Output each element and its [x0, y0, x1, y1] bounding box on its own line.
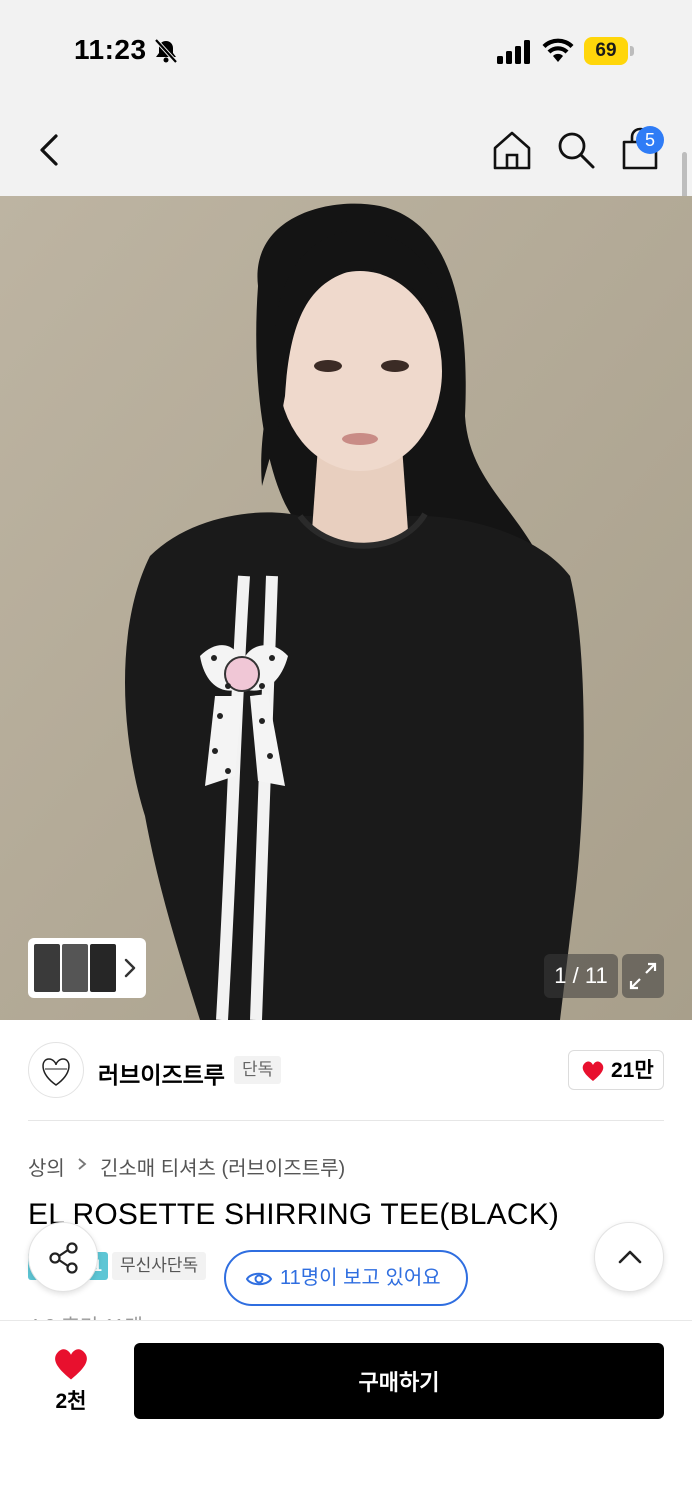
signal-icon: [497, 40, 530, 64]
product-image[interactable]: 1 / 11: [0, 196, 692, 1020]
brand-logo[interactable]: [28, 1042, 84, 1098]
expand-icon: [629, 962, 657, 990]
thumbnail[interactable]: [34, 944, 60, 992]
product-photo: [0, 196, 692, 1020]
expand-button[interactable]: [622, 954, 664, 998]
battery-level: 69: [595, 40, 617, 61]
battery-indicator: 69: [584, 37, 634, 65]
viewers-text: 11명이 보고 있어요: [280, 1267, 441, 1289]
share-button[interactable]: [28, 1222, 98, 1292]
cart-count-badge: 5: [636, 126, 664, 154]
breadcrumb-category[interactable]: 상의: [28, 1152, 65, 1181]
wishlist-button[interactable]: 2천: [36, 1345, 106, 1417]
divider: [28, 1120, 664, 1121]
status-time: 11:23: [74, 34, 147, 65]
back-icon[interactable]: [28, 128, 72, 172]
exclusive-tag: 단독: [234, 1056, 282, 1084]
thumbnail[interactable]: [90, 944, 116, 992]
nav-header: [0, 100, 692, 196]
buy-button[interactable]: 구매하기: [134, 1343, 664, 1419]
wishlist-count: 2천: [55, 1390, 87, 1413]
chevron-right-icon: [78, 1158, 87, 1170]
eye-icon: [246, 1272, 272, 1286]
chevron-right-icon[interactable]: [122, 956, 138, 980]
brand-logo-image: [42, 1058, 70, 1086]
heart-icon: [582, 1061, 604, 1081]
musinsa-exclusive-tag: 무신사단독: [112, 1252, 207, 1280]
bell-slash-icon: [154, 38, 178, 64]
chevron-up-icon: [618, 1250, 642, 1264]
thumbnail[interactable]: [62, 944, 88, 992]
breadcrumb: 상의 긴소매 티셔츠 (러브이즈트루): [28, 1152, 345, 1181]
brand-like-count: 21만: [611, 1059, 654, 1082]
battery-cap: [630, 46, 634, 56]
heart-icon: [55, 1349, 87, 1380]
page-indicator: 1 / 11: [544, 954, 618, 998]
home-icon[interactable]: [490, 128, 534, 172]
brand-like-button[interactable]: 21만: [568, 1050, 664, 1090]
thumbnail-strip[interactable]: [28, 938, 146, 998]
search-icon[interactable]: [554, 128, 598, 172]
brand-name[interactable]: 러브이즈트루: [98, 1056, 225, 1090]
product-title: EL ROSETTE SHIRRING TEE(BLACK): [28, 1198, 560, 1231]
wifi-icon: [542, 38, 574, 62]
share-icon: [49, 1242, 78, 1274]
scroll-to-top-button[interactable]: [594, 1222, 664, 1292]
viewers-indicator: 11명이 보고 있어요: [224, 1250, 468, 1306]
breadcrumb-subcategory[interactable]: 긴소매 티셔츠 (러브이즈트루): [100, 1152, 345, 1181]
bottom-action-bar: 2천 구매하기: [0, 1320, 692, 1500]
status-bar: 11:23 69: [0, 0, 692, 100]
